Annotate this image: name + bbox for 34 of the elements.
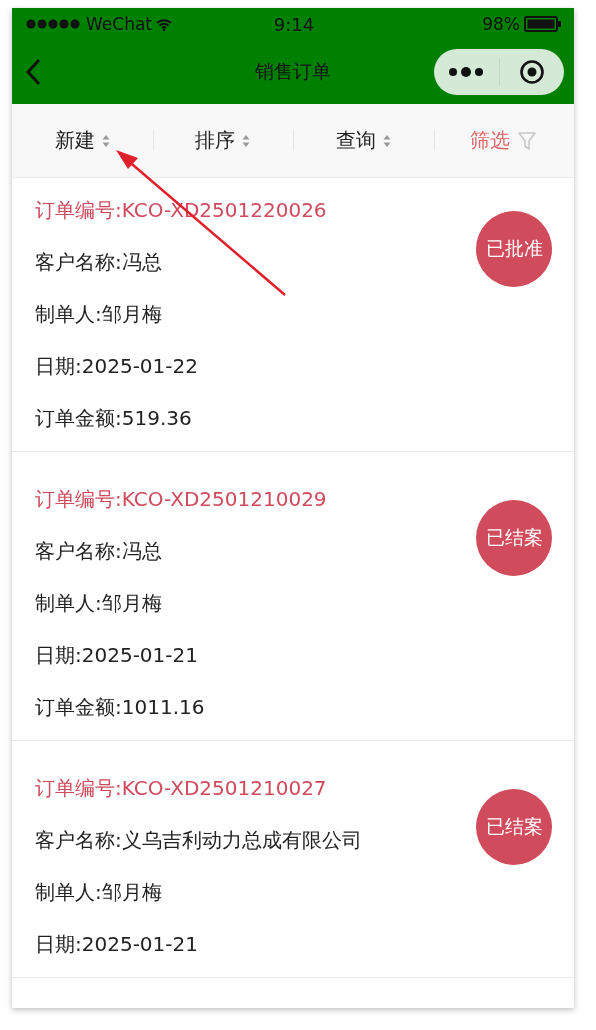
page-title: 销售订单 xyxy=(255,60,331,82)
status-badge: 已批准 xyxy=(476,211,552,287)
order-field: 客户名称:冯总 xyxy=(35,525,476,577)
signal-icon xyxy=(26,19,82,29)
order-field: 日期:2025-01-21 xyxy=(35,629,476,681)
clock-time: 9:14 xyxy=(273,13,315,35)
order-field: 订单金额:519.36 xyxy=(35,392,476,444)
target-icon xyxy=(518,59,545,85)
wifi-icon xyxy=(156,17,172,31)
order-field: 制单人:邹月梅 xyxy=(35,866,476,918)
status-badge: 已结案 xyxy=(476,500,552,576)
status-badge: 已结案 xyxy=(476,789,552,865)
order-number: 订单编号:KCO-XD2501210027 xyxy=(35,775,328,802)
order-field: 日期:2025-01-21 xyxy=(35,918,476,970)
order-number: 订单编号:KCO-XD2501210029 xyxy=(35,486,328,513)
sort-icon xyxy=(382,133,391,148)
order-field: 制单人:邹月梅 xyxy=(35,577,476,629)
order-field: 订单金额:1011.16 xyxy=(35,681,476,733)
sort-icon xyxy=(242,133,251,148)
sort-button[interactable]: 新建 xyxy=(50,125,114,156)
battery-percent: 98% xyxy=(482,14,520,34)
carrier-name: WeChat xyxy=(86,14,152,34)
sort-button[interactable]: 查询 xyxy=(331,125,395,156)
more-icon xyxy=(448,66,485,78)
battery-icon xyxy=(524,16,562,32)
filter-icon xyxy=(517,130,538,151)
back-icon xyxy=(24,58,42,86)
sort-button[interactable]: 排序 xyxy=(191,125,255,156)
sort-icon xyxy=(101,133,110,148)
back-button[interactable] xyxy=(24,58,42,86)
order-field: 客户名称:义乌吉利动力总成有限公司 xyxy=(35,814,476,866)
order-field: 客户名称:冯总 xyxy=(35,236,476,288)
order-field: 日期:2025-01-22 xyxy=(35,340,476,392)
order-field: 制单人:邹月梅 xyxy=(35,288,476,340)
